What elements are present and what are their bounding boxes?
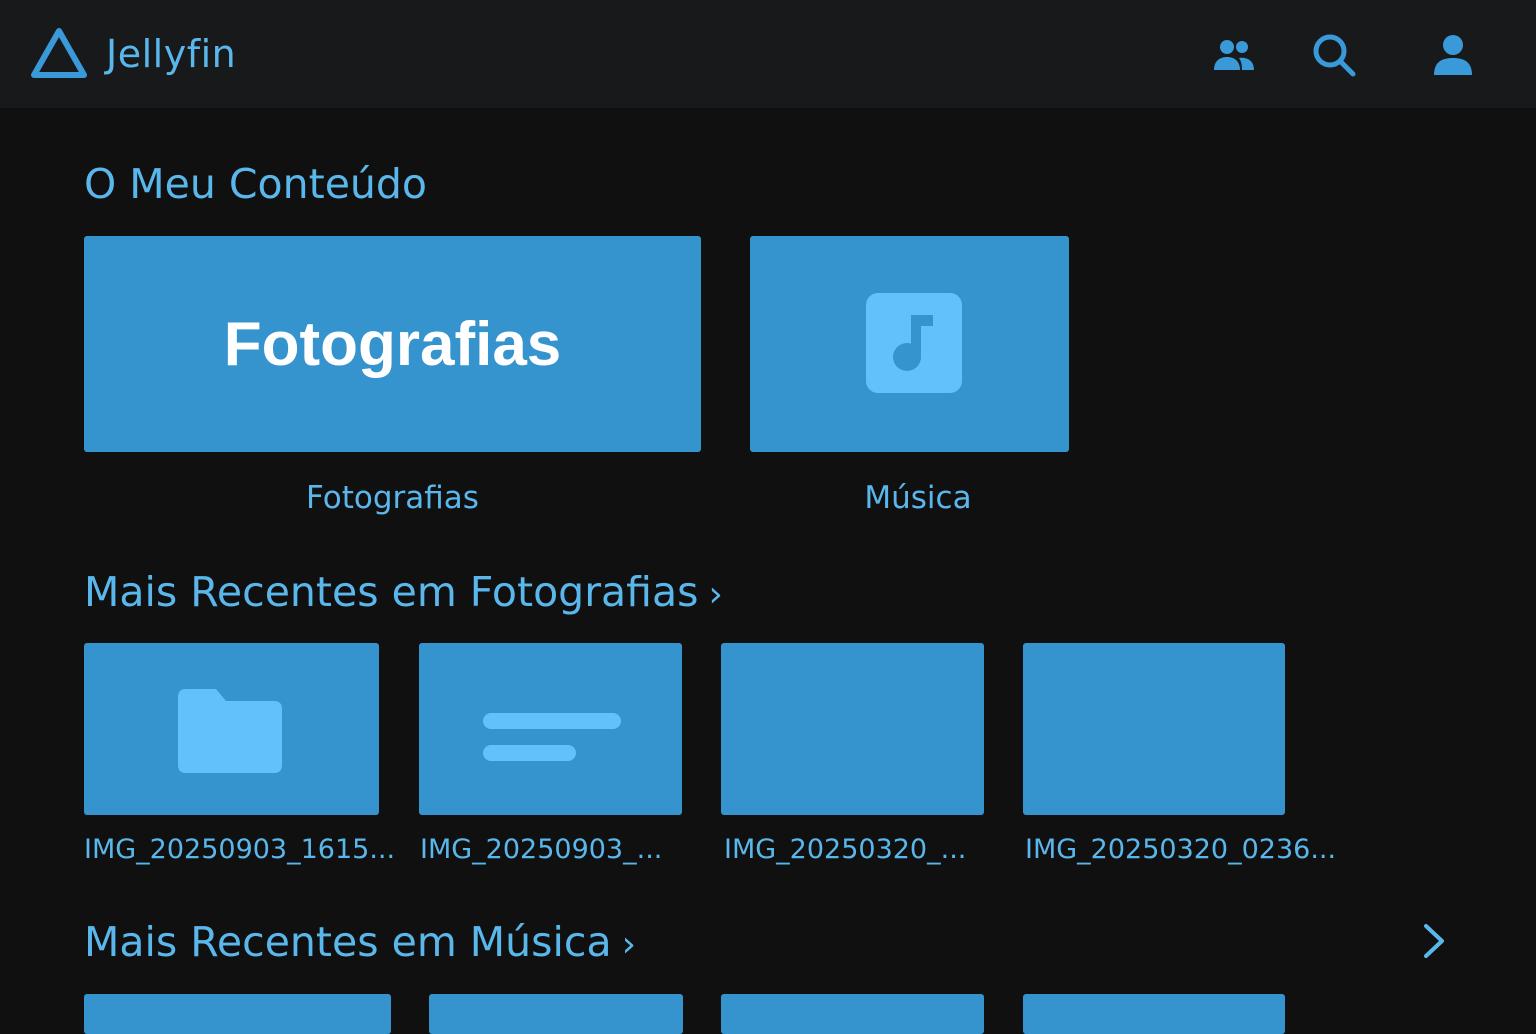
user-button[interactable]	[1428, 30, 1478, 80]
library-card-fotografias[interactable]: Fotografias	[84, 236, 701, 452]
recent-photos-title-text: Mais Recentes em Fotografias	[84, 568, 699, 616]
recent-photos-title[interactable]: Mais Recentes em Fotografias ›	[84, 568, 723, 616]
users-icon	[1214, 40, 1254, 70]
search-button[interactable]	[1309, 30, 1359, 80]
app-title[interactable]: Jellyfin	[106, 32, 236, 76]
chevron-right-icon: ›	[708, 574, 723, 615]
music-thumb-3[interactable]	[721, 994, 984, 1034]
photo-thumb-3[interactable]	[721, 643, 984, 815]
library-card-musica[interactable]	[750, 236, 1069, 452]
library-card-text: Fotografias	[223, 309, 562, 379]
my-content-title: O Meu Conteúdo	[84, 160, 428, 208]
recent-music-title[interactable]: Mais Recentes em Música ›	[84, 918, 636, 966]
folder-icon	[178, 689, 282, 773]
text-lines-icon	[483, 713, 621, 761]
users-button[interactable]	[1209, 30, 1259, 80]
photo-thumb-2-label[interactable]: IMG_20250903_...	[420, 834, 690, 865]
photo-thumb-1-label[interactable]: IMG_20250903_1615...	[84, 834, 404, 865]
music-note-icon	[866, 293, 962, 393]
photo-thumb-4[interactable]	[1023, 643, 1285, 815]
music-thumb-4[interactable]	[1023, 994, 1285, 1034]
top-bar: Jellyfin	[0, 0, 1536, 108]
library-label-fotografias[interactable]: Fotografias	[84, 480, 701, 516]
photo-thumb-2[interactable]	[419, 643, 682, 815]
photo-thumb-1[interactable]	[84, 643, 379, 815]
chevron-right-icon	[1424, 924, 1444, 958]
recent-music-title-text: Mais Recentes em Música	[84, 918, 612, 966]
photo-thumb-4-label[interactable]: IMG_20250320_0236...	[1025, 834, 1355, 865]
chevron-right-icon: ›	[621, 924, 636, 965]
search-icon	[1313, 34, 1356, 77]
scroll-right-button[interactable]	[1416, 918, 1452, 964]
music-thumb-1[interactable]	[84, 994, 391, 1034]
library-label-musica[interactable]: Música	[750, 480, 1086, 516]
user-icon	[1434, 35, 1472, 75]
photo-thumb-3-label[interactable]: IMG_20250320_...	[724, 834, 994, 865]
music-thumb-2[interactable]	[429, 994, 683, 1034]
jellyfin-logo-icon[interactable]	[30, 27, 88, 79]
